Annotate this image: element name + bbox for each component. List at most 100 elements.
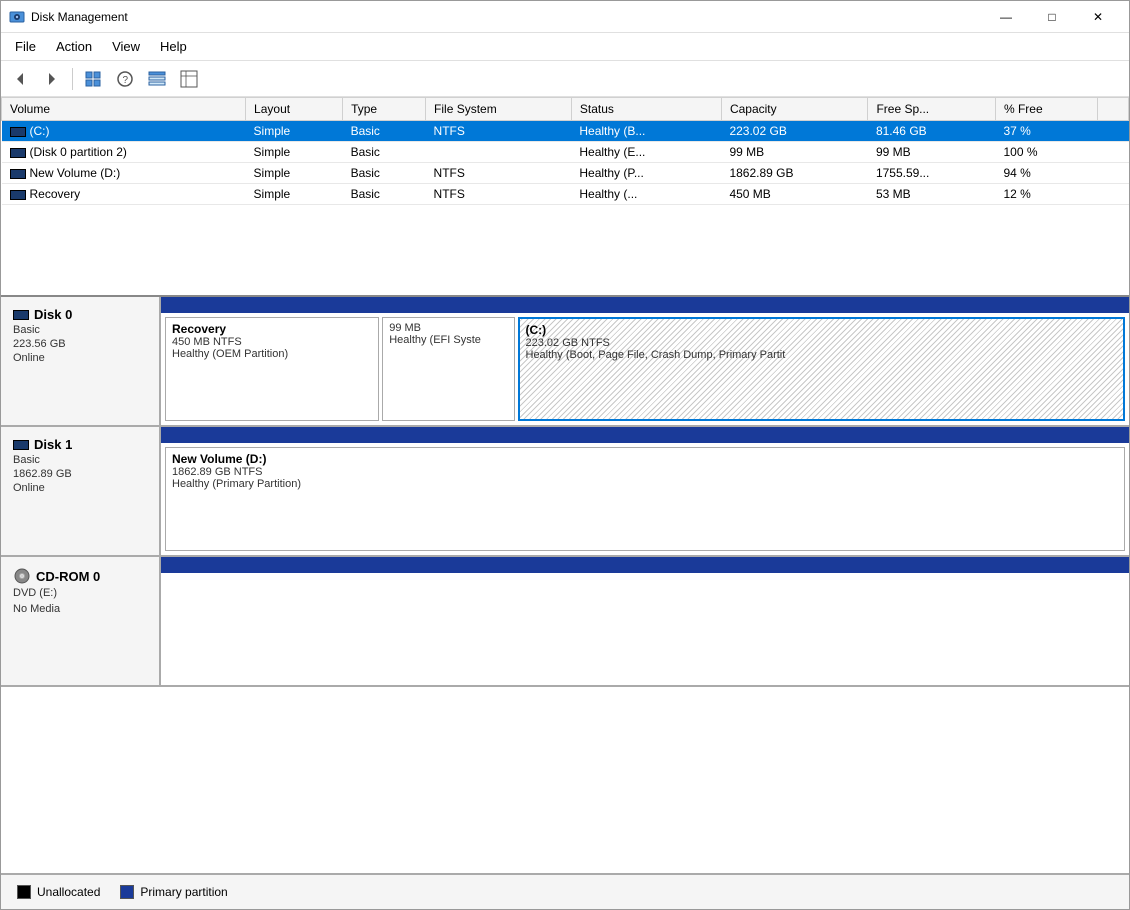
cell-extra [1097,121,1128,142]
disk-header-bar [161,427,1129,443]
partition-size: 450 MB NTFS [172,336,372,348]
list-icon [148,70,166,88]
menu-help[interactable]: Help [150,35,197,58]
partition-status: Healthy (Primary Partition) [172,478,1118,490]
cell-percent: 37 % [995,121,1097,142]
cell-extra [1097,184,1128,205]
detail-icon [180,70,198,88]
main-content: Volume Layout Type File System Status Ca… [1,97,1129,909]
cell-extra [1097,163,1128,184]
cell-layout: Simple [246,121,343,142]
disk-header-bar [161,297,1129,313]
col-layout[interactable]: Layout [246,98,343,121]
table-row[interactable]: (C:) Simple Basic NTFS Healthy (B... 223… [2,121,1129,142]
menu-bar: File Action View Help [1,33,1129,61]
cell-filesystem: NTFS [426,121,572,142]
disk-row: Disk 0 Basic 223.56 GB Online Recovery 4… [1,297,1129,427]
disk-title: CD-ROM 0 [36,569,100,584]
disk-row: Disk 1 Basic 1862.89 GB Online New Volum… [1,427,1129,557]
menu-view[interactable]: View [102,35,150,58]
disk-size: 1862.89 GB [13,468,147,480]
partition[interactable]: 99 MB Healthy (EFI Syste [382,317,514,421]
disk-partitions-area: New Volume (D:) 1862.89 GB NTFS Healthy … [161,427,1129,555]
cell-layout: Simple [246,163,343,184]
partition-status: Healthy (OEM Partition) [172,348,372,360]
forward-button[interactable] [37,65,67,93]
table-row[interactable]: (Disk 0 partition 2) Simple Basic Health… [2,142,1129,163]
list-button[interactable] [142,65,172,93]
disk-type: Basic [13,324,147,336]
partition-status: Healthy (Boot, Page File, Crash Dump, Pr… [526,349,1118,361]
cell-free: 99 MB [868,142,996,163]
col-extra [1097,98,1128,121]
legend-primary-icon [120,885,134,899]
volume-icon [10,190,26,200]
volume-table-area: Volume Layout Type File System Status Ca… [1,97,1129,297]
disk-size: 223.56 GB [13,338,147,350]
cell-percent: 94 % [995,163,1097,184]
legend-unallocated-icon [17,885,31,899]
disk-name: Disk 1 [13,437,147,452]
cell-free: 53 MB [868,184,996,205]
maximize-button[interactable]: □ [1029,1,1075,33]
disk-label: CD-ROM 0 DVD (E:) No Media [1,557,161,685]
overview-icon [84,70,102,88]
app-icon [9,9,25,25]
legend-bar: Unallocated Primary partition [1,873,1129,909]
partition-name: (C:) [526,323,1118,337]
svg-text:?: ? [123,75,129,86]
cell-volume: (C:) [2,121,246,142]
help-icon: ? [116,70,134,88]
detail-button[interactable] [174,65,204,93]
disk-row: CD-ROM 0 DVD (E:) No Media [1,557,1129,687]
disk-name: Disk 0 [13,307,147,322]
cell-type: Basic [343,163,426,184]
col-type[interactable]: Type [343,98,426,121]
partition[interactable]: (C:) 223.02 GB NTFS Healthy (Boot, Page … [518,317,1126,421]
cell-volume: New Volume (D:) [2,163,246,184]
disk-label: Disk 0 Basic 223.56 GB Online [1,297,161,425]
col-status[interactable]: Status [571,98,721,121]
cell-status: Healthy (B... [571,121,721,142]
cell-percent: 12 % [995,184,1097,205]
disk-graphical-area: Disk 0 Basic 223.56 GB Online Recovery 4… [1,297,1129,873]
cell-layout: Simple [246,142,343,163]
back-icon [11,70,29,88]
table-row[interactable]: Recovery Simple Basic NTFS Healthy (... … [2,184,1129,205]
legend-primary: Primary partition [120,885,227,899]
col-percent[interactable]: % Free [995,98,1097,121]
title-bar-left: Disk Management [9,9,128,25]
volume-icon [10,169,26,179]
cell-capacity: 450 MB [721,184,868,205]
disk-name: CD-ROM 0 [13,567,147,585]
col-volume[interactable]: Volume [2,98,246,121]
minimize-button[interactable]: — [983,1,1029,33]
legend-unallocated-label: Unallocated [37,885,100,899]
back-button[interactable] [5,65,35,93]
disk-icon [13,440,29,450]
partition[interactable]: Recovery 450 MB NTFS Healthy (OEM Partit… [165,317,379,421]
disk-status: Online [13,482,147,494]
title-bar: Disk Management — □ ✕ [1,1,1129,33]
col-free[interactable]: Free Sp... [868,98,996,121]
menu-file[interactable]: File [5,35,46,58]
parts-row: New Volume (D:) 1862.89 GB NTFS Healthy … [161,443,1129,555]
col-capacity[interactable]: Capacity [721,98,868,121]
cell-type: Basic [343,121,426,142]
cell-capacity: 99 MB [721,142,868,163]
table-row[interactable]: New Volume (D:) Simple Basic NTFS Health… [2,163,1129,184]
cell-filesystem: NTFS [426,163,572,184]
close-button[interactable]: ✕ [1075,1,1121,33]
table-header-row: Volume Layout Type File System Status Ca… [2,98,1129,121]
cell-layout: Simple [246,184,343,205]
overview-button[interactable] [78,65,108,93]
partition-name: Recovery [172,322,372,336]
disk-type: Basic [13,454,147,466]
help-button[interactable]: ? [110,65,140,93]
partition[interactable]: New Volume (D:) 1862.89 GB NTFS Healthy … [165,447,1125,551]
col-filesystem[interactable]: File System [426,98,572,121]
menu-action[interactable]: Action [46,35,102,58]
partition-name: New Volume (D:) [172,452,1118,466]
disk-icon [13,310,29,320]
disk-status: No Media [13,603,147,615]
